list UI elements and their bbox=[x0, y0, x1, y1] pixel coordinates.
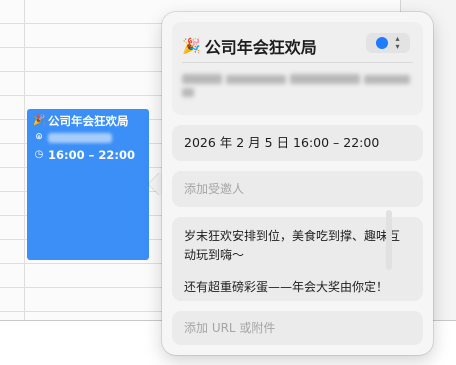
scrollbar-thumb[interactable] bbox=[386, 210, 392, 270]
title-divider bbox=[182, 62, 413, 63]
party-popper-icon: 🎉 bbox=[182, 37, 201, 55]
event-detail-popover: 🎉 公司年会狂欢局 ▴ ▾ 2026 年 2 月 5 日 16:00 – 22:0… bbox=[162, 12, 433, 355]
event-datetime[interactable]: 2026 年 2 月 5 日 16:00 – 22:00 bbox=[172, 125, 423, 161]
up-down-chevron-icon: ▴ ▾ bbox=[395, 34, 400, 51]
add-url-attachment-field[interactable]: 添加 URL 或附件 bbox=[172, 311, 423, 345]
calendar-event-block[interactable]: 🎉 公司年会狂欢局 ⌾ ◷ 16:00 – 22:00 bbox=[27, 109, 149, 260]
datetime-card[interactable]: 2026 年 2 月 5 日 16:00 – 22:00 bbox=[172, 125, 423, 161]
redacted-location bbox=[48, 132, 112, 143]
location-pin-icon: ⌾ bbox=[36, 132, 42, 143]
party-popper-icon: 🎉 bbox=[33, 115, 46, 126]
popover-title-row[interactable]: 🎉 公司年会狂欢局 bbox=[182, 34, 317, 58]
notes-line: 还有超重磅彩蛋——年会大奖由你定！ bbox=[184, 280, 389, 294]
notes-line: 岁末狂欢安排到位，美食吃到撑、趣味互动玩到嗨～ bbox=[184, 229, 401, 262]
redacted-location-field[interactable] bbox=[182, 70, 410, 98]
calendar-color-picker[interactable]: ▴ ▾ bbox=[366, 33, 410, 53]
url-attachment-card[interactable]: 添加 URL 或附件 bbox=[172, 311, 423, 345]
add-invitees-field[interactable]: 添加受邀人 bbox=[172, 171, 423, 207]
event-title: 公司年会狂欢局 bbox=[48, 113, 129, 128]
event-title-row: 🎉 公司年会狂欢局 bbox=[33, 112, 143, 129]
clock-icon: ◷ bbox=[34, 149, 44, 160]
event-time-row: ◷ 16:00 – 22:00 bbox=[33, 146, 143, 163]
event-time: 16:00 – 22:00 bbox=[48, 147, 135, 162]
invitees-card[interactable]: 添加受邀人 bbox=[172, 171, 423, 207]
calendar-color-dot bbox=[376, 37, 389, 49]
event-location-row: ⌾ bbox=[33, 129, 143, 146]
popover-title[interactable]: 公司年会狂欢局 bbox=[205, 34, 317, 58]
